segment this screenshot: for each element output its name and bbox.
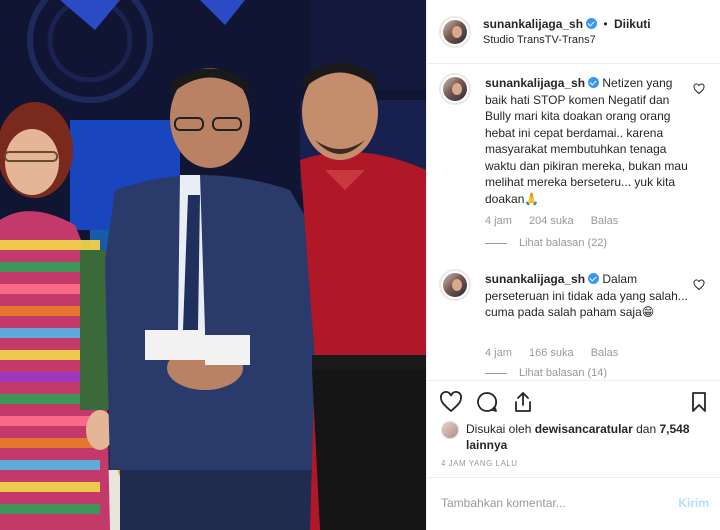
post-actions — [427, 380, 720, 420]
comment-text-block: sunankalijaga_sh Netizen yang baik hati … — [485, 75, 695, 207]
comment-text-block: sunankalijaga_sh Dalam perseteruan ini t… — [485, 271, 695, 321]
avatar[interactable] — [439, 73, 471, 105]
comment-username[interactable]: sunankalijaga_sh — [485, 76, 585, 90]
comment-likes[interactable]: 166 suka — [529, 347, 574, 359]
comment-time[interactable]: 4 jam — [485, 347, 512, 359]
view-replies-button[interactable]: Lihat balasan (22) — [485, 237, 607, 249]
replies-divider — [485, 242, 507, 244]
username-link[interactable]: sunankalijaga_sh — [483, 17, 583, 31]
add-comment-bar: Kirim — [427, 477, 720, 530]
likes-text: Disukai oleh dewisancaratular dan 7,548 … — [466, 421, 706, 453]
photo-illustration — [0, 0, 426, 530]
view-replies-label: Lihat balasan (14) — [519, 367, 608, 379]
comment-likes[interactable]: 204 suka — [529, 215, 574, 227]
comment-username[interactable]: sunankalijaga_sh — [485, 272, 585, 286]
liker-username[interactable]: dewisancaratular — [535, 422, 633, 436]
separator-dot: • — [603, 17, 608, 31]
comments-list[interactable]: sunankalijaga_sh Netizen yang baik hati … — [427, 65, 720, 379]
likes-middle: dan — [636, 422, 657, 436]
like-heart-icon[interactable] — [439, 390, 463, 414]
verified-icon — [586, 18, 598, 29]
post-timestamp[interactable]: 4 JAM YANG LALU — [441, 459, 518, 468]
verified-icon — [588, 77, 600, 88]
heart-icon[interactable] — [693, 279, 705, 291]
replies-divider — [485, 372, 507, 374]
bookmark-icon[interactable] — [687, 390, 711, 414]
liker-avatar[interactable] — [441, 421, 459, 439]
send-button[interactable]: Kirim — [678, 496, 709, 510]
comment-meta: 4 jam 166 suka Balas — [485, 347, 632, 359]
comment-meta: 4 jam 204 suka Balas — [485, 215, 632, 227]
comment-body: Netizen yang baik hati STOP komen Negati… — [485, 76, 688, 206]
avatar[interactable] — [439, 269, 471, 301]
comment-time[interactable]: 4 jam — [485, 215, 512, 227]
post-side-panel: sunankalijaga_sh • Diikuti Studio TransT… — [426, 0, 720, 530]
reply-button[interactable]: Balas — [591, 347, 619, 359]
comment-icon[interactable] — [475, 390, 499, 414]
avatar[interactable] — [439, 16, 471, 48]
heart-icon[interactable] — [693, 83, 705, 95]
follow-status-button[interactable]: Diikuti — [614, 17, 651, 31]
post-photo[interactable] — [0, 0, 426, 530]
view-replies-label: Lihat balasan (22) — [519, 237, 608, 249]
location-link[interactable]: Studio TransTV-Trans7 — [483, 34, 596, 46]
reply-button[interactable]: Balas — [591, 215, 619, 227]
view-replies-button[interactable]: Lihat balasan (14) — [485, 367, 607, 379]
comment-input[interactable] — [441, 494, 651, 512]
header-user-line: sunankalijaga_sh • Diikuti — [483, 17, 651, 31]
share-icon[interactable] — [511, 390, 535, 414]
verified-icon — [588, 273, 600, 284]
post-header: sunankalijaga_sh • Diikuti Studio TransT… — [427, 0, 720, 64]
likes-prefix: Disukai oleh — [466, 422, 532, 436]
